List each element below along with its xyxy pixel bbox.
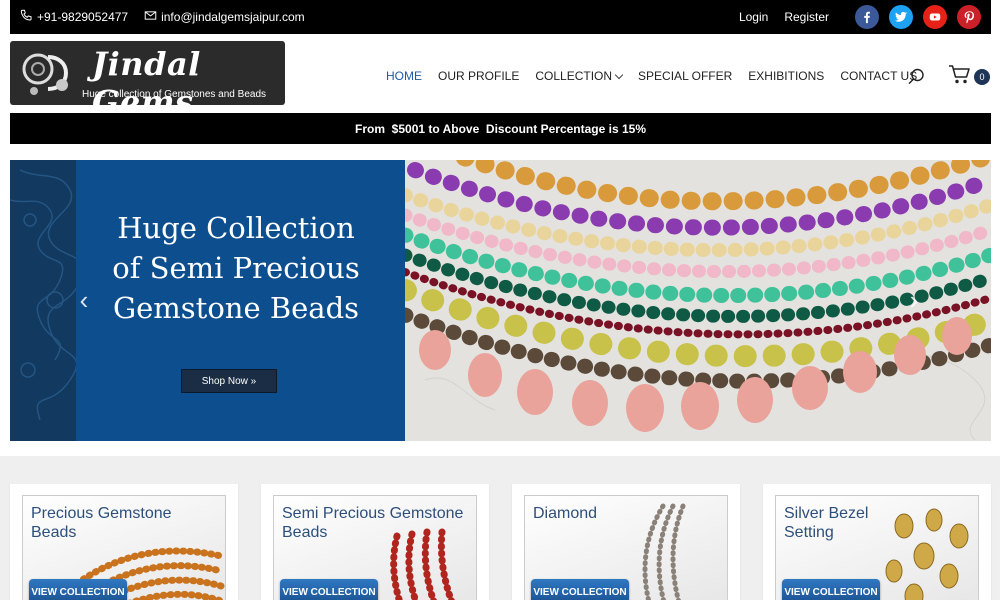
phone-contact[interactable]: +91-9829052477 bbox=[20, 9, 128, 25]
hero-pattern bbox=[10, 160, 83, 441]
hero-slider: Huge Collection of Semi Precious Gemston… bbox=[10, 160, 991, 441]
phone-icon bbox=[20, 9, 33, 25]
hero-title: Huge Collection of Semi Precious Gemston… bbox=[112, 211, 360, 325]
category-title: Precious Gemstone Beads bbox=[31, 505, 172, 541]
chevron-down-icon bbox=[614, 70, 624, 80]
twitter-icon[interactable] bbox=[889, 5, 913, 29]
nav-collection[interactable]: COLLECTION bbox=[535, 69, 624, 83]
cart-count-badge: 0 bbox=[974, 69, 990, 85]
category-title: Silver Bezel Setting bbox=[784, 505, 869, 541]
login-link[interactable]: Login bbox=[739, 10, 768, 24]
main-nav: HOME OUR PROFILE COLLECTION SPECIAL OFFE… bbox=[386, 69, 917, 83]
category-thumb: Semi Precious Gemstone Beads VIEW COLLEC… bbox=[273, 495, 477, 600]
category-title: Diamond bbox=[533, 505, 598, 522]
hero-beads-image bbox=[405, 160, 991, 441]
brand-tagline: Huge collection of Gemstones and Beads bbox=[82, 89, 266, 100]
prev-slide-icon[interactable]: ‹ bbox=[76, 287, 92, 313]
category-card-precious[interactable]: Precious Gemstone Beads VIEW COLLECTION bbox=[10, 484, 238, 600]
promo-banner: From $5001 to Above Discount Percentage … bbox=[10, 113, 991, 144]
view-collection-button[interactable]: VIEW COLLECTION bbox=[280, 579, 378, 600]
category-title: Semi Precious Gemstone Beads bbox=[282, 505, 464, 541]
hero-text-panel: Huge Collection of Semi Precious Gemston… bbox=[10, 160, 405, 441]
view-collection-button[interactable]: VIEW COLLECTION bbox=[782, 579, 880, 600]
category-thumb: Diamond VIEW COLLECTION bbox=[524, 495, 728, 600]
mail-icon bbox=[144, 9, 157, 25]
nav-collection-label: COLLECTION bbox=[535, 69, 613, 83]
category-card-semi-precious[interactable]: Semi Precious Gemstone Beads VIEW COLLEC… bbox=[261, 484, 489, 600]
cart-icon[interactable] bbox=[948, 64, 972, 86]
facebook-icon[interactable] bbox=[855, 5, 879, 29]
view-collection-button[interactable]: VIEW COLLECTION bbox=[29, 579, 127, 600]
youtube-icon[interactable] bbox=[923, 5, 947, 29]
pinterest-icon[interactable] bbox=[957, 5, 981, 29]
category-card-diamond[interactable]: Diamond VIEW COLLECTION bbox=[512, 484, 740, 600]
next-slide-icon[interactable]: › bbox=[906, 287, 922, 313]
page: +91-9829052477 info@jindalgemsjaipur.com… bbox=[0, 0, 1000, 600]
nav-exhibitions[interactable]: EXHIBITIONS bbox=[748, 69, 824, 83]
category-thumb: Silver Bezel Setting VIEW COLLECTION bbox=[775, 495, 979, 600]
nav-home[interactable]: HOME bbox=[386, 69, 422, 83]
nav-our-profile[interactable]: OUR PROFILE bbox=[438, 69, 519, 83]
nav-special-offer[interactable]: SPECIAL OFFER bbox=[638, 69, 732, 83]
logo-monogram-icon bbox=[22, 53, 69, 95]
view-collection-button[interactable]: VIEW COLLECTION bbox=[531, 579, 629, 600]
top-bar: +91-9829052477 info@jindalgemsjaipur.com… bbox=[10, 0, 991, 34]
email-address: info@jindalgemsjaipur.com bbox=[161, 10, 305, 24]
site-logo[interactable]: Jindal Gems Huge collection of Gemstones… bbox=[10, 41, 285, 105]
category-card-silver-bezel[interactable]: Silver Bezel Setting VIEW COLLECTION bbox=[763, 484, 991, 600]
category-thumb: Precious Gemstone Beads VIEW COLLECTION bbox=[22, 495, 226, 600]
phone-number: +91-9829052477 bbox=[37, 10, 129, 24]
email-contact[interactable]: info@jindalgemsjaipur.com bbox=[144, 9, 305, 25]
shop-now-button[interactable]: Shop Now » bbox=[181, 369, 277, 393]
register-link[interactable]: Register bbox=[784, 10, 829, 24]
search-icon[interactable] bbox=[906, 67, 926, 87]
